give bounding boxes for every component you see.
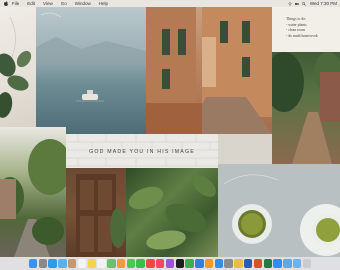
excel-icon[interactable]	[263, 259, 272, 268]
todo-note-text: Things to do: - water plants - clean roo…	[286, 17, 318, 39]
wallpaper-tea-photo	[218, 164, 340, 257]
garden-lane-image	[0, 139, 66, 257]
music-icon[interactable]	[156, 259, 165, 268]
search-icon[interactable]	[301, 1, 306, 6]
menu-window[interactable]: Window	[75, 1, 91, 6]
menu-edit[interactable]: Edit	[27, 1, 35, 6]
mail-icon[interactable]	[58, 259, 67, 268]
system-preferences-icon[interactable]	[224, 259, 233, 268]
wallpaper-green-alley-photo	[272, 52, 340, 164]
wallpaper-door-photo	[66, 168, 126, 257]
menu-go[interactable]: Go	[61, 1, 67, 6]
menu-file[interactable]: File	[12, 1, 19, 6]
keynote-icon[interactable]	[195, 259, 204, 268]
folder-icon[interactable]	[283, 259, 292, 268]
photos-icon[interactable]	[116, 259, 126, 268]
numbers-icon[interactable]	[185, 259, 194, 268]
finder-icon[interactable]	[28, 259, 38, 268]
wooden-door-image	[76, 174, 126, 257]
podcasts-icon[interactable]	[165, 259, 175, 268]
zoom-icon[interactable]	[273, 259, 282, 268]
apple-menu-icon[interactable]	[4, 1, 8, 6]
status-area: Wed 7:30 PM	[285, 0, 337, 7]
maps-icon[interactable]	[107, 259, 116, 268]
safari-icon[interactable]	[48, 259, 57, 268]
trash-icon[interactable]	[302, 259, 312, 268]
facetime-icon[interactable]	[136, 259, 145, 268]
wallpaper-fern-photo	[126, 168, 218, 257]
battery-icon[interactable]	[294, 2, 299, 6]
wallpaper-plant-photo	[0, 7, 36, 127]
wallpaper-todo-note: Things to do: - water plants - clean roo…	[272, 7, 340, 52]
tv-icon[interactable]	[175, 259, 184, 268]
launchpad-icon[interactable]	[38, 259, 48, 268]
downloads-icon[interactable]	[292, 259, 302, 268]
notes-icon[interactable]	[87, 259, 96, 268]
wifi-icon[interactable]	[288, 2, 292, 6]
green-alley-image	[272, 52, 340, 164]
wallpaper-garden-lane-photo	[0, 127, 66, 257]
fern-leaves-image	[128, 175, 216, 250]
word-icon[interactable]	[244, 259, 253, 268]
contacts-icon[interactable]	[67, 259, 77, 268]
plant-leaves-image	[0, 16, 32, 118]
wallpaper-quote-text: GOD MADE YOU IN HIS IMAGE	[89, 149, 195, 155]
menu-view[interactable]: View	[43, 1, 53, 6]
menu-help[interactable]: Help	[99, 1, 108, 6]
note-line: - do math homework	[286, 33, 318, 38]
reminders-icon[interactable]	[97, 259, 106, 268]
dock	[0, 257, 340, 270]
menu-bar: File Edit View Go Window Help Wed 7:30 P…	[0, 0, 340, 7]
news-icon[interactable]	[146, 259, 155, 268]
wallpaper-street-photo	[146, 7, 272, 134]
sea-boat-image	[36, 12, 146, 102]
wallpaper-sea-photo	[36, 7, 146, 134]
pages-icon[interactable]	[204, 259, 214, 268]
menubar-clock[interactable]: Wed 7:30 PM	[310, 1, 337, 6]
italian-street-image	[146, 7, 272, 134]
chrome-icon[interactable]	[234, 259, 243, 268]
messages-icon[interactable]	[126, 259, 136, 268]
app-store-icon[interactable]	[214, 259, 224, 268]
powerpoint-icon[interactable]	[253, 259, 263, 268]
wallpaper-brick-wall: GOD MADE YOU IN HIS IMAGE	[66, 134, 218, 168]
calendar-icon[interactable]	[77, 259, 87, 268]
tea-cups-image	[223, 174, 340, 256]
